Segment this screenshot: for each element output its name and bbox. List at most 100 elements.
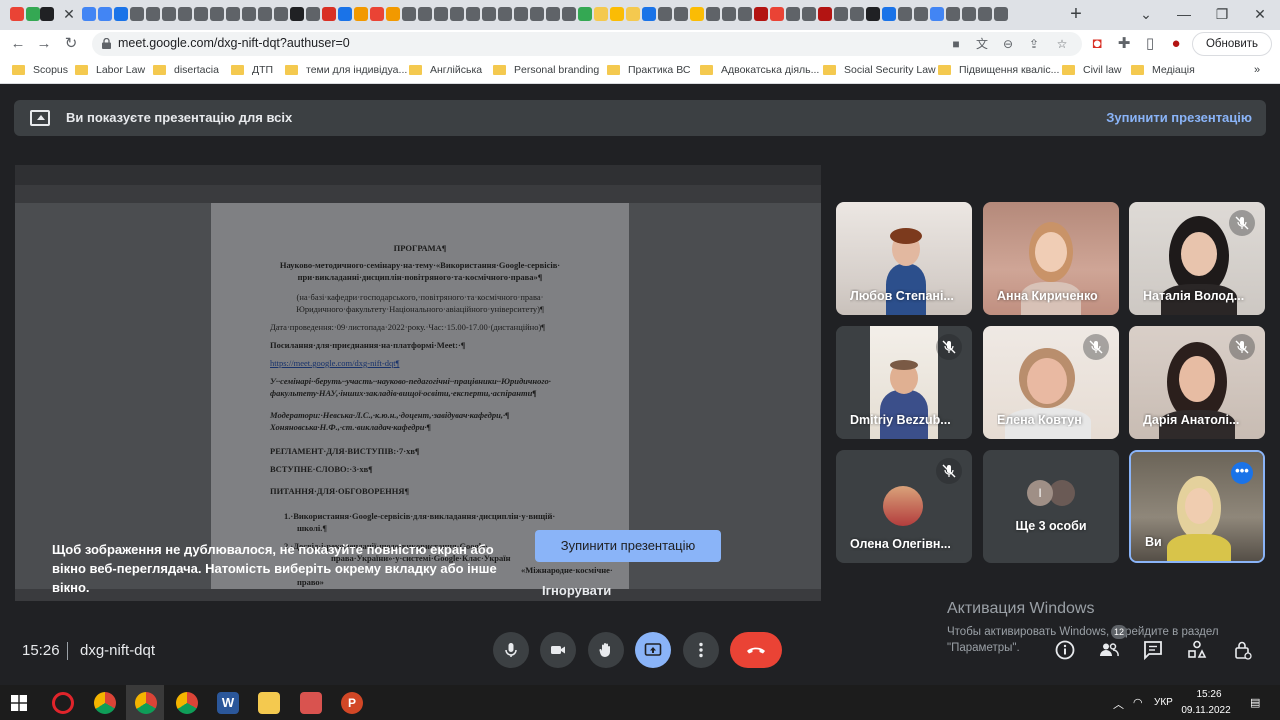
raise-hand-button[interactable] xyxy=(588,632,624,668)
tab-favicon[interactable] xyxy=(594,7,608,21)
microphone-button[interactable] xyxy=(493,632,529,668)
tab-favicon[interactable] xyxy=(994,7,1008,21)
notifications-icon[interactable]: ▤ xyxy=(1250,696,1260,709)
tab-favicon[interactable] xyxy=(530,7,544,21)
tab-favicon[interactable] xyxy=(450,7,464,21)
ignore-warning-button[interactable]: Ігнорувати xyxy=(542,583,611,598)
chat-icon[interactable] xyxy=(1142,639,1164,661)
tab-favicon[interactable] xyxy=(482,7,496,21)
tab-favicon[interactable] xyxy=(226,7,240,21)
tab-favicon[interactable] xyxy=(26,7,40,21)
tab-favicon[interactable] xyxy=(498,7,512,21)
bookmark-item[interactable]: Labor Law xyxy=(75,64,145,76)
meeting-details-icon[interactable] xyxy=(1054,639,1076,661)
stop-presenting-button[interactable]: Зупинити презентацію xyxy=(535,530,721,562)
tab-favicon[interactable] xyxy=(114,7,128,21)
new-tab-button[interactable]: + xyxy=(1066,4,1086,24)
network-icon[interactable]: ◠ xyxy=(1133,696,1143,709)
bookmark-item[interactable]: Scopus xyxy=(12,64,68,76)
back-icon[interactable]: ← xyxy=(7,33,29,55)
tab-favicon[interactable] xyxy=(130,7,144,21)
snipping-tool-icon[interactable] xyxy=(300,692,322,714)
camera-button[interactable] xyxy=(540,632,576,668)
host-controls-lock-icon[interactable] xyxy=(1231,639,1253,661)
update-browser-button[interactable]: Обновить xyxy=(1192,32,1272,56)
tab-favicon[interactable] xyxy=(162,7,176,21)
tab-favicon[interactable] xyxy=(946,7,960,21)
bookmark-item[interactable]: теми для індивідуа... xyxy=(285,64,407,76)
participant-tile[interactable]: Елена Ковтун xyxy=(983,326,1119,439)
tab-favicon[interactable] xyxy=(626,7,640,21)
tab-favicon[interactable] xyxy=(178,7,192,21)
side-panel-icon[interactable]: ▯ xyxy=(1139,33,1161,55)
tab-favicon[interactable] xyxy=(82,7,96,21)
tab-favicon[interactable] xyxy=(514,7,528,21)
tab-favicon[interactable] xyxy=(322,7,336,21)
participant-tile[interactable]: Dmitriy Bezzub... xyxy=(836,326,972,439)
tab-favicon[interactable] xyxy=(258,7,272,21)
tray-expand-icon[interactable]: ︿ xyxy=(1113,696,1124,712)
profile-avatar[interactable]: ● xyxy=(1165,33,1187,55)
camera-icon[interactable]: ■ xyxy=(948,36,964,52)
translate-icon[interactable]: 文 xyxy=(974,36,990,52)
chrome-icon[interactable] xyxy=(94,692,116,714)
tab-favicon[interactable] xyxy=(466,7,480,21)
bookmark-item[interactable]: Personal branding xyxy=(493,64,599,76)
close-tab-icon[interactable]: ✕ xyxy=(60,5,78,23)
bookmark-item[interactable]: Civil law xyxy=(1062,64,1122,76)
tab-favicon[interactable] xyxy=(370,7,384,21)
zoom-icon[interactable]: ⊖ xyxy=(1000,36,1016,52)
bookmark-item[interactable]: Англійська xyxy=(409,64,482,76)
tab-favicon[interactable] xyxy=(434,7,448,21)
tab-favicon[interactable] xyxy=(770,7,784,21)
tab-favicon[interactable] xyxy=(546,7,560,21)
tab-favicon[interactable] xyxy=(882,7,896,21)
self-tile-more-options-button[interactable]: ••• xyxy=(1231,462,1253,484)
close-window-button[interactable]: ✕ xyxy=(1242,3,1278,25)
tab-favicon[interactable] xyxy=(850,7,864,21)
tab-favicon[interactable] xyxy=(962,7,976,21)
participant-tile[interactable]: Олена Олегівн... xyxy=(836,450,972,563)
bookmark-item[interactable]: Медіація xyxy=(1131,64,1195,76)
tab-favicon[interactable] xyxy=(610,7,624,21)
tab-favicon[interactable] xyxy=(674,7,688,21)
tab-favicon[interactable] xyxy=(40,7,54,21)
tab-favicon[interactable] xyxy=(194,7,208,21)
present-now-button[interactable] xyxy=(635,632,671,668)
file-explorer-icon[interactable] xyxy=(258,692,280,714)
tab-favicon[interactable] xyxy=(722,7,736,21)
activities-icon[interactable] xyxy=(1186,639,1208,661)
tab-favicon[interactable] xyxy=(306,7,320,21)
minimize-window-button[interactable]: — xyxy=(1166,3,1202,25)
participant-tile[interactable]: Любов Степані... xyxy=(836,202,972,315)
tab-favicon[interactable] xyxy=(242,7,256,21)
tab-favicon[interactable] xyxy=(866,7,880,21)
bookmarks-more-button[interactable]: » xyxy=(1254,64,1260,76)
extension-icon[interactable]: ◘ xyxy=(1086,33,1108,55)
tab-favicon[interactable] xyxy=(802,7,816,21)
tab-favicon[interactable] xyxy=(354,7,368,21)
self-tile[interactable]: ••• Ви xyxy=(1129,450,1265,563)
bookmark-item[interactable]: ДТП xyxy=(231,64,273,76)
tab-favicon[interactable] xyxy=(562,7,576,21)
reload-icon[interactable]: ↻ xyxy=(60,33,82,55)
tab-favicon[interactable] xyxy=(690,7,704,21)
forward-icon[interactable]: → xyxy=(33,33,55,55)
banner-stop-presenting-button[interactable]: Зупинити презентацію xyxy=(1106,110,1252,125)
tab-favicon[interactable] xyxy=(418,7,432,21)
tab-favicon[interactable] xyxy=(754,7,768,21)
tab-favicon[interactable] xyxy=(786,7,800,21)
tab-favicon[interactable] xyxy=(146,7,160,21)
bookmark-item[interactable]: Social Security Law xyxy=(823,64,936,76)
more-options-button[interactable] xyxy=(683,632,719,668)
bookmark-item[interactable]: Практика ВС xyxy=(607,64,690,76)
leave-call-button[interactable] xyxy=(730,632,782,668)
tab-favicon[interactable] xyxy=(290,7,304,21)
more-participants-tile[interactable]: І Ще 3 особи xyxy=(983,450,1119,563)
keyboard-language[interactable]: УКР xyxy=(1154,697,1173,708)
chrome-icon[interactable] xyxy=(176,692,198,714)
extensions-puzzle-icon[interactable]: ✚ xyxy=(1113,33,1135,55)
tab-favicon[interactable] xyxy=(706,7,720,21)
participant-tile[interactable]: Анна Кириченко xyxy=(983,202,1119,315)
participant-tile[interactable]: Дарія Анатолі... xyxy=(1129,326,1265,439)
